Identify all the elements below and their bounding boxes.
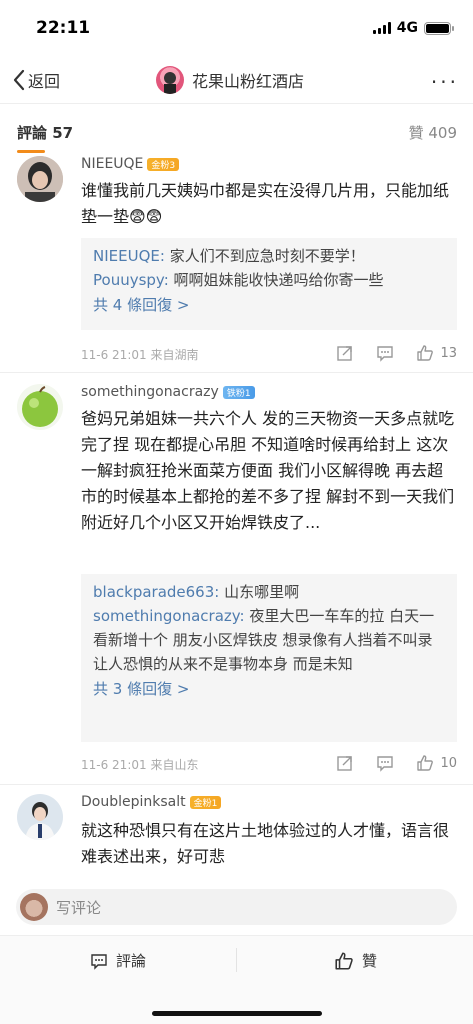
- reply-text: 啊啊姐妹能收快递吗给你寄一些: [168, 271, 384, 289]
- thumb-up-icon: [335, 951, 353, 970]
- share-icon[interactable]: [336, 754, 354, 772]
- status-time: 22:11: [36, 18, 91, 38]
- avatar[interactable]: [17, 156, 63, 202]
- page-title: 花果山粉红酒店: [192, 72, 305, 91]
- comment-icon[interactable]: [376, 344, 394, 362]
- username-row: Doublepinksalt 金粉1: [81, 794, 222, 810]
- share-icon[interactable]: [336, 344, 354, 362]
- avatar: [156, 66, 184, 94]
- like-button[interactable]: 13: [416, 344, 457, 362]
- like-button[interactable]: 贊: [334, 950, 377, 971]
- like-button-label: 贊: [362, 952, 378, 970]
- fan-badge: 金粉1: [189, 795, 222, 809]
- reply-author[interactable]: blackparade663:: [93, 583, 219, 601]
- comment-button-label: 評論: [116, 952, 147, 970]
- reply-author[interactable]: somethingonacrazy:: [93, 607, 245, 625]
- username[interactable]: NIEEUQE: [81, 156, 143, 172]
- more-replies-link[interactable]: 共 4 條回復 >: [93, 292, 445, 318]
- like-count: 10: [440, 755, 457, 771]
- fan-badge: 铁粉1: [222, 385, 255, 399]
- username[interactable]: Doublepinksalt: [81, 794, 186, 810]
- tab-bar: 評論 57 贊 409: [0, 108, 473, 153]
- comment-text[interactable]: 就这种恐惧只有在这片土地体验过的人才懂，语言很难表述出来，好可悲: [81, 818, 455, 870]
- username-row: NIEEUQE 金粉3: [81, 156, 180, 172]
- comment-button[interactable]: 評論: [90, 950, 146, 971]
- chevron-left-icon: [13, 69, 25, 91]
- status-bar: 22:11 4G: [0, 0, 473, 56]
- more-replies-link[interactable]: 共 3 條回復 >: [93, 676, 445, 702]
- avatar: [20, 893, 48, 921]
- badge-label: 铁粉1: [226, 388, 251, 399]
- comment-icon[interactable]: [376, 754, 394, 772]
- home-indicator: [152, 1011, 322, 1016]
- comment-input[interactable]: 写评论: [16, 889, 457, 925]
- battery-icon: [424, 21, 454, 35]
- comment-input-bar: 写评论: [0, 883, 473, 935]
- back-button[interactable]: 返回: [12, 68, 60, 92]
- nav-title-group[interactable]: 花果山粉红酒店: [156, 66, 304, 94]
- tab-comments-label: 評論 57: [17, 124, 74, 142]
- thumb-up-icon: [417, 345, 434, 361]
- comment-text[interactable]: 谁懂我前几天姨妈巾都是实在没得几片用，只能加纸垫一垫😨😨: [81, 178, 455, 230]
- comment-input-placeholder: 写评论: [56, 898, 102, 917]
- divider: [0, 784, 473, 785]
- comment-item: Doublepinksalt 金粉1 就这种恐惧只有在这片土地体验过的人才懂，语…: [0, 790, 473, 883]
- reply-author[interactable]: NIEEUQE:: [93, 247, 165, 265]
- signal-icon: [372, 22, 391, 34]
- username[interactable]: somethingonacrazy: [81, 384, 219, 400]
- divider: [0, 372, 473, 373]
- like-button[interactable]: 10: [416, 754, 457, 772]
- reply-item: blackparade663: 山东哪里啊: [93, 580, 445, 604]
- badge-label: 金粉1: [193, 798, 218, 809]
- more-button[interactable]: ···: [431, 70, 459, 94]
- comment-meta: 11-6 21:01 来自湖南: [81, 348, 199, 362]
- tab-comments[interactable]: 評論 57: [17, 122, 74, 153]
- reply-box[interactable]: blackparade663: 山东哪里啊 somethingonacrazy:…: [81, 574, 457, 742]
- reply-item: somethingonacrazy: 夜里大巴一车车的拉 白天一看新增十个 朋友…: [93, 604, 445, 676]
- comment-meta: 11-6 21:01 来自山东: [81, 758, 199, 772]
- comment-actions: 13: [336, 344, 457, 362]
- avatar[interactable]: [17, 794, 63, 840]
- reply-item: NIEEUQE: 家人们不到应急时刻不要学！: [93, 244, 445, 268]
- bottom-bar: 評論 贊: [0, 935, 473, 1024]
- comment-text[interactable]: 爸妈兄弟姐妹一共六个人 发的三天物资一天多点就吃完了捏 现在都提心吊胆 不知道啥…: [81, 406, 455, 536]
- badge-label: 金粉3: [151, 160, 176, 171]
- avatar[interactable]: [17, 384, 63, 430]
- like-count: 13: [440, 345, 457, 361]
- back-label: 返回: [28, 72, 61, 91]
- comment-actions: 10: [336, 754, 457, 772]
- fan-badge: 金粉3: [147, 157, 180, 171]
- comment-icon: [91, 953, 107, 970]
- tab-likes[interactable]: 贊 409: [409, 122, 457, 143]
- thumb-up-icon: [417, 755, 434, 771]
- reply-text: 家人们不到应急时刻不要学！: [164, 247, 365, 265]
- status-indicators: 4G: [372, 20, 454, 36]
- reply-author[interactable]: Pouuyspy:: [93, 271, 169, 289]
- network-label: 4G: [396, 20, 418, 36]
- reply-box[interactable]: NIEEUQE: 家人们不到应急时刻不要学！ Pouuyspy: 啊啊姐妹能收快…: [81, 238, 457, 330]
- divider: [236, 948, 237, 972]
- tab-underline: [17, 150, 45, 153]
- reply-item: Pouuyspy: 啊啊姐妹能收快递吗给你寄一些: [93, 268, 445, 292]
- nav-bar: 返回 花果山粉红酒店 ···: [0, 56, 473, 104]
- username-row: somethingonacrazy 铁粉1: [81, 384, 255, 400]
- reply-text: 山东哪里啊: [219, 583, 300, 601]
